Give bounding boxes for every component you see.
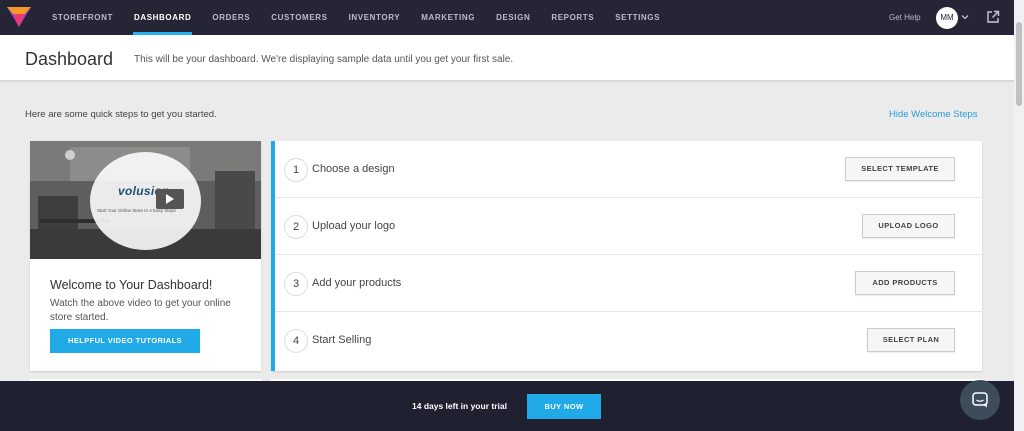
play-icon	[166, 194, 174, 204]
helpful-video-tutorials-button[interactable]: HELPFUL VIDEO TUTORIALS	[50, 329, 200, 353]
step-number: 3	[284, 272, 308, 296]
nav-item-marketing[interactable]: MARKETING	[421, 0, 475, 35]
nav-item-inventory[interactable]: INVENTORY	[349, 0, 401, 35]
hide-welcome-steps-link[interactable]: Hide Welcome Steps	[889, 109, 978, 120]
step-number: 4	[284, 329, 308, 353]
welcome-text: Watch the above video to get your online…	[50, 298, 231, 323]
page-header: Dashboard This will be your dashboard. W…	[0, 35, 1014, 82]
top-navigation: STOREFRONT DASHBOARD ORDERS CUSTOMERS IN…	[0, 0, 1014, 35]
trial-days-text: 14 days left in your trial	[412, 401, 507, 411]
scrollbar-thumb[interactable]	[1016, 22, 1022, 106]
nav-item-orders[interactable]: ORDERS	[212, 0, 250, 35]
trial-banner: 14 days left in your trial BUY NOW	[0, 381, 1014, 431]
step-label: Choose a design	[312, 163, 395, 175]
video-overlay	[90, 152, 201, 250]
chat-launcher-button[interactable]	[960, 380, 1000, 420]
step-number: 2	[284, 215, 308, 239]
nav-item-settings[interactable]: SETTINGS	[615, 0, 660, 35]
step-row-start-selling: 4 Start Selling SELECT PLAN	[275, 312, 982, 369]
step-number: 1	[284, 158, 308, 182]
chat-icon	[972, 392, 988, 408]
add-products-button[interactable]: ADD PRODUCTS	[855, 271, 955, 295]
get-help-link[interactable]: Get Help	[889, 0, 921, 35]
buy-now-button[interactable]: BUY NOW	[527, 394, 601, 419]
nav-item-design[interactable]: DESIGN	[496, 0, 530, 35]
welcome-video[interactable]: volusion Start Your Online Store In 4 Ea…	[30, 141, 261, 259]
quick-steps-text: Here are some quick steps to get you sta…	[25, 109, 217, 120]
nav-item-reports[interactable]: REPORTS	[551, 0, 594, 35]
page-title: Dashboard	[25, 49, 114, 69]
page-subtitle: This will be your dashboard. We're displ…	[134, 54, 514, 65]
step-row-choose-design: 1 Choose a design SELECT TEMPLATE	[275, 141, 982, 198]
upload-logo-button[interactable]: UPLOAD LOGO	[862, 214, 955, 238]
step-label: Upload your logo	[312, 220, 396, 232]
welcome-steps-card: 1 Choose a design SELECT TEMPLATE 2 Uplo…	[271, 141, 982, 371]
select-plan-button[interactable]: SELECT PLAN	[867, 328, 955, 352]
step-row-add-products: 3 Add your products ADD PRODUCTS	[275, 255, 982, 312]
external-link-icon[interactable]	[986, 10, 1000, 24]
step-row-upload-logo: 2 Upload your logo UPLOAD LOGO	[275, 198, 982, 255]
welcome-card: volusion Start Your Online Store In 4 Ea…	[30, 141, 261, 371]
nav-item-dashboard[interactable]: DASHBOARD	[132, 0, 193, 35]
step-label: Add your products	[312, 277, 402, 289]
nav-item-storefront[interactable]: STOREFRONT	[52, 0, 113, 35]
chevron-down-icon[interactable]	[961, 13, 969, 21]
welcome-title: Welcome to Your Dashboard!	[50, 278, 213, 292]
nav-item-customers[interactable]: CUSTOMERS	[271, 0, 327, 35]
main-nav: STOREFRONT DASHBOARD ORDERS CUSTOMERS IN…	[52, 0, 681, 35]
user-avatar[interactable]: MM	[936, 7, 958, 29]
volusion-logo-icon[interactable]	[7, 7, 31, 27]
page-scrollbar[interactable]	[1014, 0, 1024, 431]
step-label: Start Selling	[312, 334, 372, 346]
select-template-button[interactable]: SELECT TEMPLATE	[845, 157, 955, 181]
